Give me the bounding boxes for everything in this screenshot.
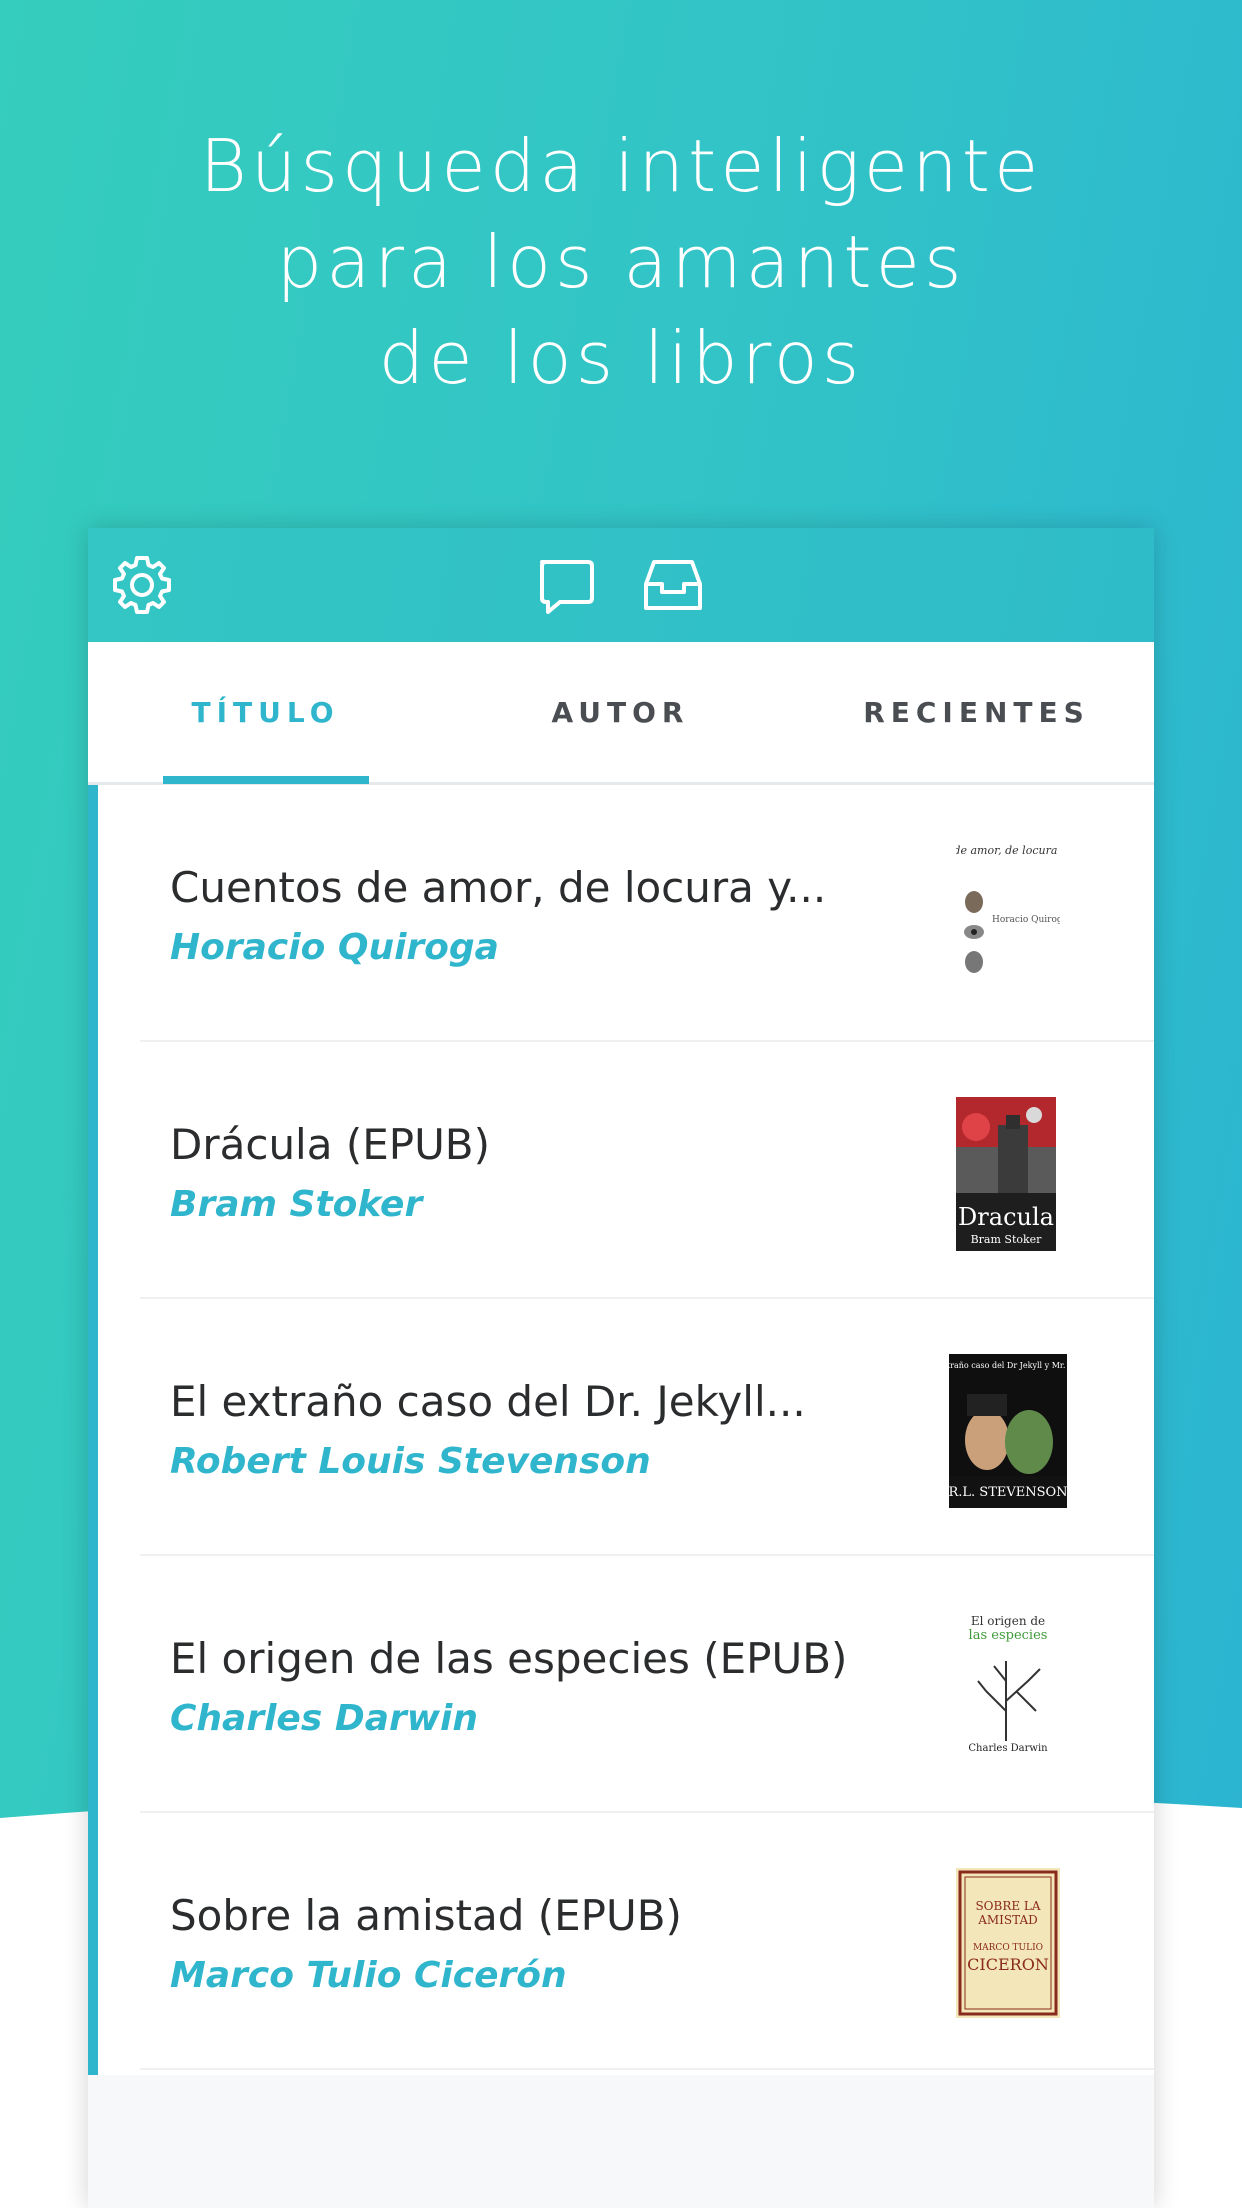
chat-bubble-icon (540, 560, 594, 614)
cover-author: Charles Darwin (968, 1743, 1048, 1754)
headline-line-3: de los libros (378, 316, 864, 400)
list-item[interactable]: El origen de las especies (EPUB) Charles… (98, 1556, 1154, 1813)
gear-icon (113, 556, 171, 614)
list-item[interactable]: El extraño caso del Dr. Jekyll... Robert… (98, 1299, 1154, 1556)
tab-titulo[interactable]: TÍTULO (88, 642, 443, 782)
book-title: El extraño caso del Dr. Jekyll... (170, 1377, 806, 1426)
tab-autor[interactable]: AUTOR (443, 642, 798, 782)
messages-button[interactable] (531, 551, 599, 619)
book-author: Horacio Quiroga (170, 927, 499, 968)
book-list: Cuentos de amor, de locura y... Horacio … (88, 785, 1154, 2075)
cover-illustration: El origen de las especies Charles Darwin (956, 1611, 1060, 1761)
book-title: El origen de las especies (EPUB) (170, 1634, 848, 1683)
book-author: Marco Tulio Cicerón (170, 1955, 567, 1996)
cover-author-line-2: CICERON (967, 1955, 1049, 1974)
list-item[interactable]: Drácula (EPUB) Bram Stoker Dracula Bram … (98, 1042, 1154, 1299)
book-cover: SOBRE LA AMISTAD MARCO TULIO CICERON (956, 1868, 1060, 2018)
cover-title-line-1: El origen de (971, 1614, 1045, 1628)
book-cover: El extraño caso del Dr Jekyll y Mr. Hyde… (949, 1354, 1067, 1508)
cover-author: R.L. STEVENSON (949, 1485, 1067, 1500)
tab-recientes[interactable]: RECIENTES (799, 642, 1154, 782)
book-author: Robert Louis Stevenson (170, 1441, 651, 1482)
cover-author: Bram Stoker (971, 1233, 1043, 1246)
search-tabs: TÍTULO AUTOR RECIENTES (88, 642, 1154, 785)
cover-illustration: SOBRE LA AMISTAD MARCO TULIO CICERON (956, 1868, 1060, 2018)
book-title: Sobre la amistad (EPUB) (170, 1891, 682, 1940)
list-item[interactable]: Cuentos de amor, de locura y... Horacio … (98, 785, 1154, 1042)
book-author: Bram Stoker (170, 1184, 423, 1225)
book-author: Charles Darwin (170, 1698, 478, 1739)
inbox-tray-icon (644, 560, 702, 610)
headline-line-1: Búsqueda inteligente (199, 124, 1043, 208)
cover-author: Horacio Quiroga (992, 915, 1060, 925)
book-cover: El origen de las especies Charles Darwin (956, 1611, 1060, 1761)
cover-title-line-2: AMISTAD (977, 1913, 1038, 1927)
active-tab-indicator (163, 776, 369, 784)
cover-title: El extraño caso del Dr Jekyll y Mr. Hyde (949, 1361, 1067, 1370)
cover-illustration: Cuentos de amor, de locura y de muerte H… (956, 840, 1060, 990)
app-toolbar (88, 528, 1154, 642)
book-cover: Dracula Bram Stoker (956, 1097, 1056, 1251)
cover-title-line-1: SOBRE LA (975, 1899, 1040, 1913)
row-divider (140, 2068, 1154, 2070)
cover-author-line-1: MARCO TULIO (973, 1943, 1043, 1953)
book-title: Cuentos de amor, de locura y... (170, 863, 827, 912)
cover-title: Dracula (958, 1203, 1054, 1231)
list-item[interactable]: Sobre la amistad (EPUB) Marco Tulio Cice… (98, 1813, 1154, 2070)
cover-title-line-2: las especies (969, 1628, 1048, 1643)
book-title: Drácula (EPUB) (170, 1120, 491, 1169)
settings-button[interactable] (108, 551, 176, 619)
inbox-button[interactable] (639, 551, 707, 619)
cover-title: Cuentos de amor, de locura y de muerte (956, 844, 1060, 857)
book-cover: Cuentos de amor, de locura y de muerte H… (956, 840, 1060, 990)
cover-illustration: El extraño caso del Dr Jekyll y Mr. Hyde… (949, 1354, 1067, 1508)
promo-headline: Búsqueda inteligente para los amantes de… (0, 118, 1242, 406)
cover-illustration: Dracula Bram Stoker (956, 1097, 1056, 1251)
app-screen: TÍTULO AUTOR RECIENTES Cuentos de amor, … (88, 528, 1154, 2208)
headline-line-2: para los amantes (276, 220, 966, 304)
